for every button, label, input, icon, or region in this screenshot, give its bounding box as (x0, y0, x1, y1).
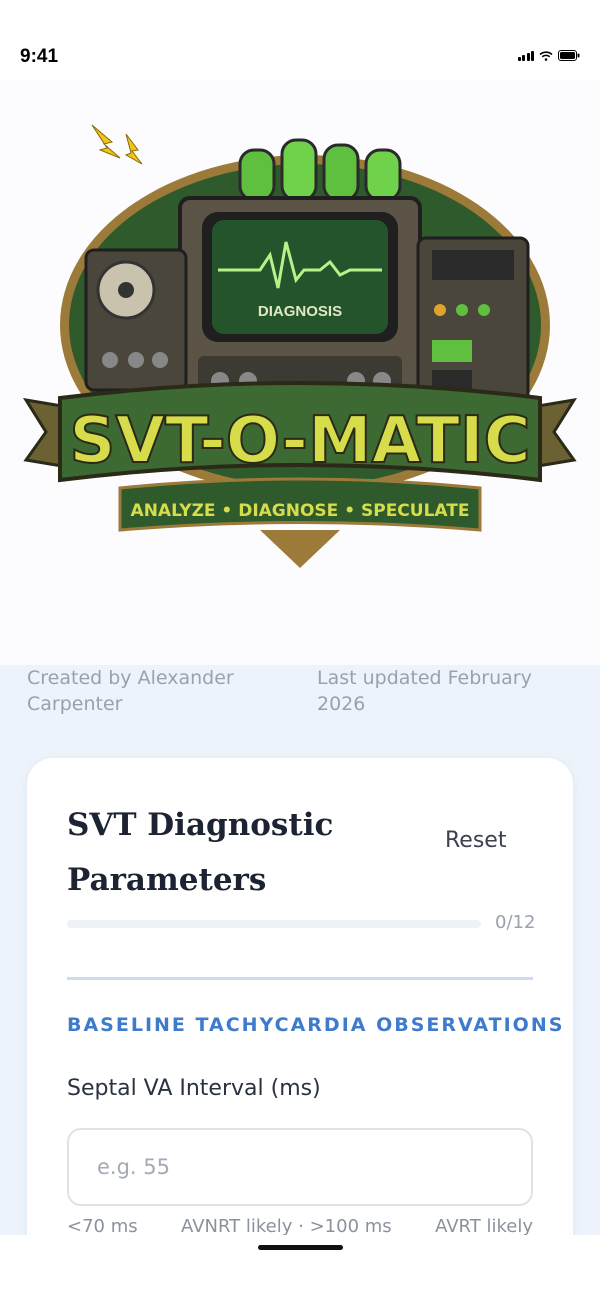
author-credit: Created by Alexander Carpenter (27, 667, 234, 715)
home-indicator[interactable] (258, 1245, 343, 1250)
status-icons (517, 50, 581, 61)
reset-button[interactable]: Reset (445, 828, 506, 853)
content-area: Created by Alexander Carpenter Last upda… (0, 665, 600, 1278)
field-hint: <70 ms AVNRT likely · >100 ms AVRT likel… (67, 1216, 533, 1237)
logo-title: SVT-O-MATIC (69, 404, 530, 478)
card-title: SVT Diagnostic Parameters (67, 807, 334, 898)
logo-screen-label: DIAGNOSIS (258, 303, 342, 320)
hero-banner: DIAGNOSIS SVT-O-MATIC ANALYZE • DIAGNOSE… (0, 80, 600, 665)
last-updated: Last updated February 2026 (317, 667, 532, 715)
status-time: 9:41 (20, 46, 59, 67)
status-bar: 9:41 (0, 0, 600, 80)
parameters-card: SVT Diagnostic Parameters Reset 0/12 BAS… (27, 758, 573, 1278)
battery-icon (558, 50, 580, 61)
progress-count: 0/12 (495, 912, 536, 933)
logo-tagline: ANALYZE • DIAGNOSE • SPECULATE (131, 501, 470, 521)
section-divider (67, 977, 533, 980)
septal-va-interval-label: Septal VA Interval (ms) (67, 1076, 321, 1101)
wifi-icon (539, 50, 553, 61)
bottom-safe-area (0, 1235, 600, 1298)
progress-bar (67, 920, 481, 928)
septal-va-interval-input[interactable] (67, 1128, 533, 1206)
section-heading: BASELINE TACHYCARDIA OBSERVATIONS (67, 1014, 565, 1036)
cellular-signal-icon (517, 50, 534, 61)
hint-avnrt: AVNRT likely · >100 ms (181, 1216, 392, 1237)
svt-o-matic-logo: DIAGNOSIS SVT-O-MATIC ANALYZE • DIAGNOSE… (22, 124, 578, 568)
hint-threshold-low: <70 ms (67, 1216, 138, 1237)
hint-avrt: AVRT likely (435, 1216, 533, 1237)
